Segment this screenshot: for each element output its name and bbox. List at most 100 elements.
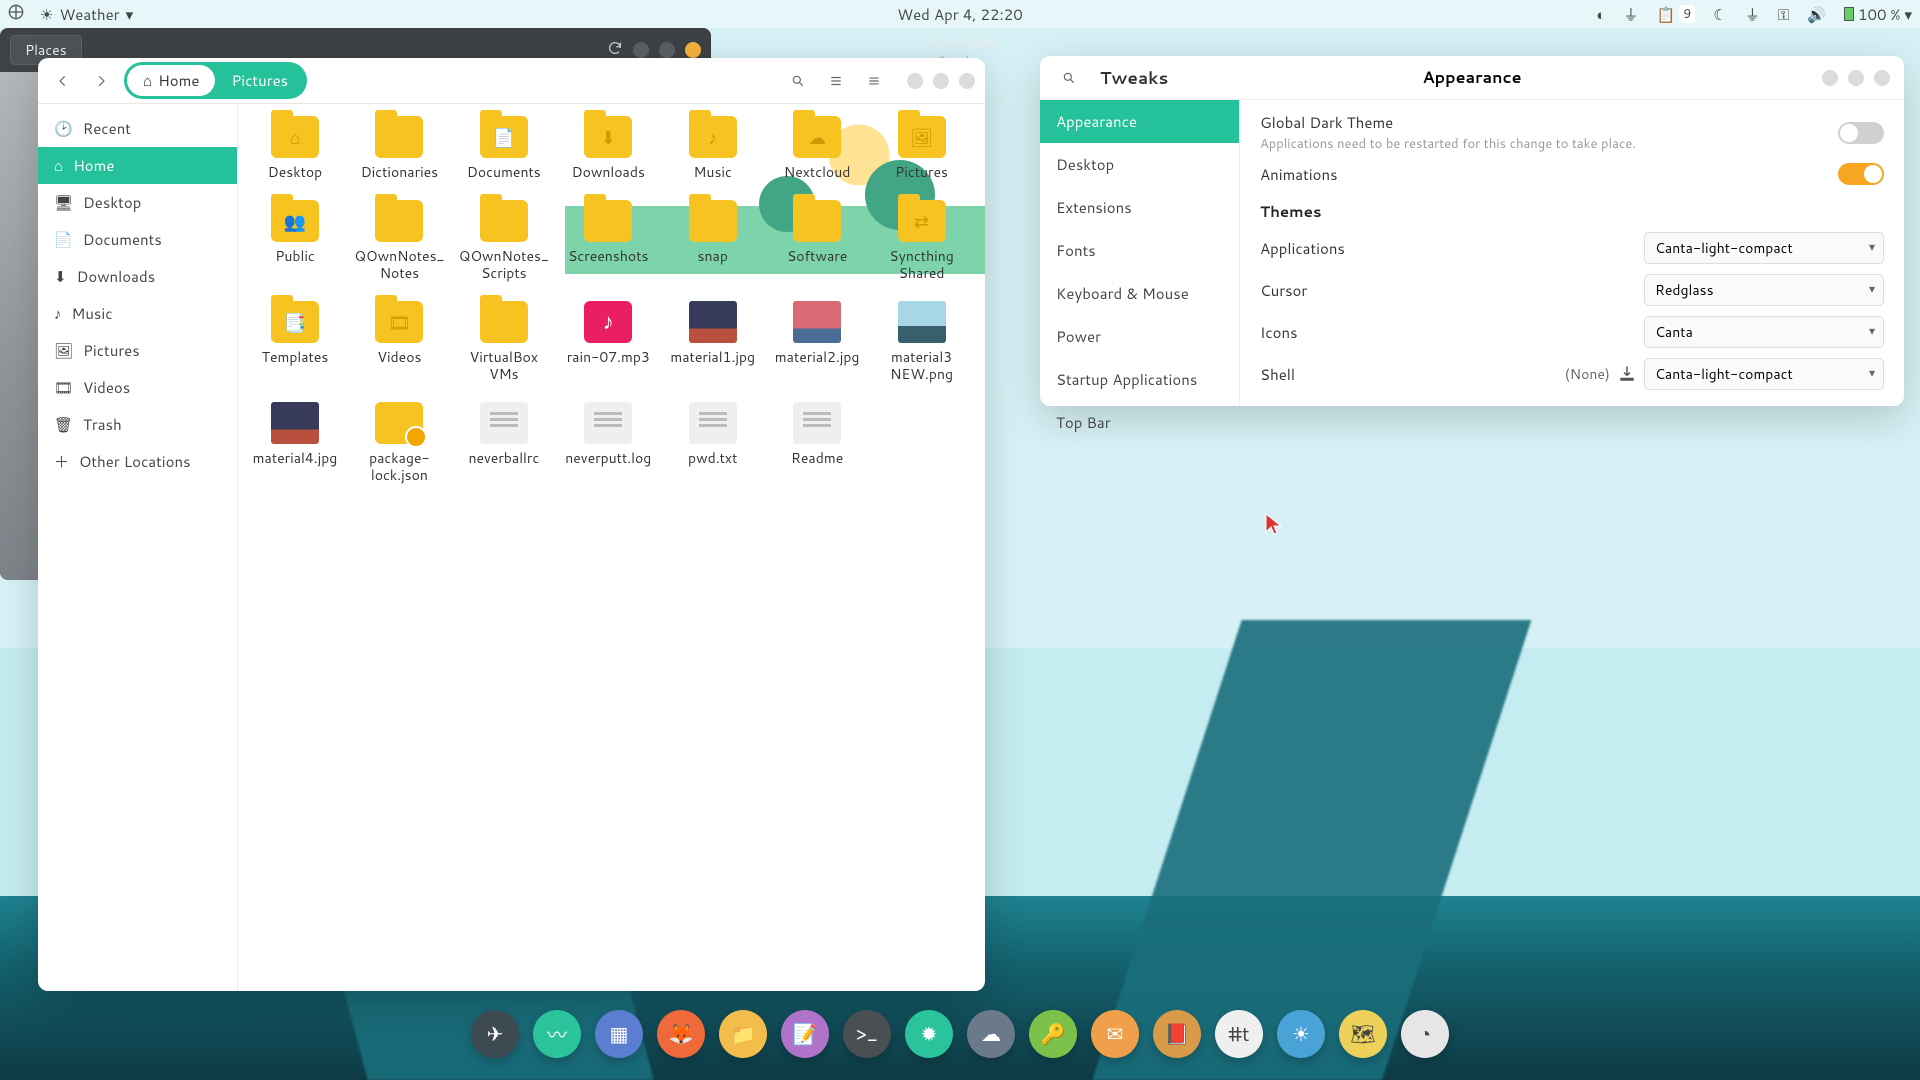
minimize-button[interactable] bbox=[633, 42, 649, 58]
tweaks-item-fonts[interactable]: Fonts bbox=[1040, 229, 1239, 272]
sidebar-item-downloads[interactable]: ⬇Downloads bbox=[38, 258, 237, 295]
sidebar-item-documents[interactable]: 📄Documents bbox=[38, 221, 237, 258]
file-item[interactable]: ♪Music bbox=[666, 116, 760, 182]
shell-combo[interactable]: Canta-light-compact bbox=[1644, 358, 1884, 390]
close-button[interactable] bbox=[959, 73, 975, 89]
file-item[interactable]: VirtualBox VMs bbox=[457, 301, 551, 384]
sidebar-item-videos[interactable]: 🎞Videos bbox=[38, 369, 237, 406]
file-item[interactable]: QOwnNotes_Scripts bbox=[457, 200, 551, 283]
file-item[interactable]: ⇄Syncthing Shared bbox=[875, 200, 969, 283]
close-button[interactable] bbox=[685, 42, 701, 58]
sidebar-item-desktop[interactable]: 🖥Desktop bbox=[38, 184, 237, 221]
tray-icon[interactable]: ⏚ bbox=[1623, 4, 1638, 25]
sidebar-item-trash[interactable]: 🗑Trash bbox=[38, 406, 237, 443]
dock-app[interactable]: 🦊 bbox=[657, 1010, 705, 1058]
cursor-combo[interactable]: Redglass bbox=[1644, 274, 1884, 306]
sidebar-item-home[interactable]: ⌂Home bbox=[38, 147, 237, 184]
maximize-button[interactable] bbox=[1848, 70, 1864, 86]
search-button[interactable] bbox=[1054, 63, 1084, 93]
file-item[interactable]: material1.jpg bbox=[666, 301, 760, 384]
file-label: Readme bbox=[791, 450, 843, 468]
file-item[interactable]: 🖼Pictures bbox=[875, 116, 969, 182]
file-item[interactable]: 🎞Videos bbox=[352, 301, 446, 384]
file-item[interactable]: ⌂Desktop bbox=[248, 116, 342, 182]
dock-app[interactable]: 📝 bbox=[781, 1010, 829, 1058]
file-item[interactable]: material4.jpg bbox=[248, 402, 342, 485]
file-item[interactable]: material2.jpg bbox=[770, 301, 864, 384]
file-item[interactable]: pwd.txt bbox=[666, 402, 760, 485]
breadcrumb-home[interactable]: ⌂ Home bbox=[127, 65, 215, 96]
sidebar-item-music[interactable]: ♪Music bbox=[38, 295, 237, 332]
file-item[interactable]: neverballrc bbox=[457, 402, 551, 485]
file-item[interactable]: 📄Documents bbox=[457, 116, 551, 182]
sidebar-item-recent[interactable]: 🕑Recent bbox=[38, 110, 237, 147]
close-button[interactable] bbox=[1874, 70, 1890, 86]
activities-icon[interactable] bbox=[8, 4, 24, 25]
dock-app[interactable]: ☁ bbox=[967, 1010, 1015, 1058]
tweaks-item-appearance[interactable]: Appearance bbox=[1040, 100, 1239, 143]
applications-combo[interactable]: Canta-light-compact bbox=[1644, 232, 1884, 264]
dock-app[interactable]: #t bbox=[1215, 1010, 1263, 1058]
file-label: Screenshots bbox=[568, 248, 648, 266]
minimize-button[interactable] bbox=[1822, 70, 1838, 86]
file-item[interactable]: Dictionaries bbox=[352, 116, 446, 182]
shell-install-icon[interactable] bbox=[1618, 365, 1636, 383]
tweaks-item-startup-applications[interactable]: Startup Applications bbox=[1040, 358, 1239, 401]
tweaks-item-keyboard-mouse[interactable]: Keyboard & Mouse bbox=[1040, 272, 1239, 315]
file-item[interactable]: material3 NEW.png bbox=[875, 301, 969, 384]
battery-indicator[interactable]: 100 % ▾ bbox=[1844, 4, 1912, 25]
file-item[interactable]: Readme bbox=[770, 402, 864, 485]
vpn-icon[interactable]: ⚿ bbox=[1778, 4, 1789, 25]
file-item[interactable]: package-lock.json bbox=[352, 402, 446, 485]
night-icon[interactable]: ☾ bbox=[1713, 4, 1726, 25]
file-item[interactable]: 👥Public bbox=[248, 200, 342, 283]
sidebar-item-pictures[interactable]: 🖼Pictures bbox=[38, 332, 237, 369]
files-grid-area[interactable]: ⌂DesktopDictionaries📄Documents⬇Downloads… bbox=[238, 104, 985, 991]
dock-app[interactable]: 📕 bbox=[1153, 1010, 1201, 1058]
breadcrumb-current[interactable]: Pictures bbox=[215, 65, 304, 96]
dock-app[interactable]: ◔ bbox=[1401, 1010, 1449, 1058]
sidebar-item-label: Music bbox=[72, 303, 113, 324]
file-item[interactable]: ☁Nextcloud bbox=[770, 116, 864, 182]
tray-icon[interactable]: ◐ bbox=[1596, 4, 1605, 25]
dock-app[interactable]: >_ bbox=[843, 1010, 891, 1058]
file-item[interactable]: 📑Templates bbox=[248, 301, 342, 384]
dock-app[interactable]: 📁 bbox=[719, 1010, 767, 1058]
hamburger-button[interactable] bbox=[859, 66, 889, 96]
search-button[interactable] bbox=[783, 66, 813, 96]
view-list-button[interactable] bbox=[821, 66, 851, 96]
minimize-button[interactable] bbox=[907, 73, 923, 89]
tweaks-item-desktop[interactable]: Desktop bbox=[1040, 143, 1239, 186]
dock-app[interactable]: ☀ bbox=[1277, 1010, 1325, 1058]
dock-app[interactable]: ✈ bbox=[471, 1010, 519, 1058]
file-item[interactable]: Screenshots bbox=[561, 200, 655, 283]
file-item[interactable]: snap bbox=[666, 200, 760, 283]
dock-app[interactable]: 🗺 bbox=[1339, 1010, 1387, 1058]
back-button[interactable] bbox=[48, 66, 78, 96]
dark-theme-toggle[interactable] bbox=[1838, 122, 1884, 144]
dock-app[interactable]: ✉ bbox=[1091, 1010, 1139, 1058]
dock-app[interactable]: 〰 bbox=[533, 1010, 581, 1058]
tweaks-item-power[interactable]: Power bbox=[1040, 315, 1239, 358]
app-menu[interactable]: ☀ Weather ▾ bbox=[40, 4, 133, 25]
icons-combo[interactable]: Canta bbox=[1644, 316, 1884, 348]
file-item[interactable]: ⬇Downloads bbox=[561, 116, 655, 182]
clock[interactable]: Wed Apr 4, 22:20 bbox=[897, 4, 1023, 25]
file-item[interactable]: Software bbox=[770, 200, 864, 283]
file-item[interactable]: rain-07.mp3 bbox=[561, 301, 655, 384]
file-item[interactable]: neverputt.log bbox=[561, 402, 655, 485]
volume-icon[interactable]: 🔊 bbox=[1807, 4, 1826, 25]
tweaks-item-top-bar[interactable]: Top Bar bbox=[1040, 401, 1239, 444]
animations-toggle[interactable] bbox=[1838, 163, 1884, 185]
dock-app[interactable]: ✹ bbox=[905, 1010, 953, 1058]
maximize-button[interactable] bbox=[659, 42, 675, 58]
maximize-button[interactable] bbox=[933, 73, 949, 89]
wifi-icon[interactable]: ⏚ bbox=[1745, 4, 1760, 25]
tweaks-item-extensions[interactable]: Extensions bbox=[1040, 186, 1239, 229]
dock-app[interactable]: ▦ bbox=[595, 1010, 643, 1058]
dock-app[interactable]: 🔑 bbox=[1029, 1010, 1077, 1058]
forward-button[interactable] bbox=[86, 66, 116, 96]
sidebar-item-other-locations[interactable]: ＋Other Locations bbox=[38, 443, 237, 480]
notifications[interactable]: 📋9 bbox=[1656, 4, 1695, 25]
file-item[interactable]: QOwnNotes_Notes bbox=[352, 200, 446, 283]
